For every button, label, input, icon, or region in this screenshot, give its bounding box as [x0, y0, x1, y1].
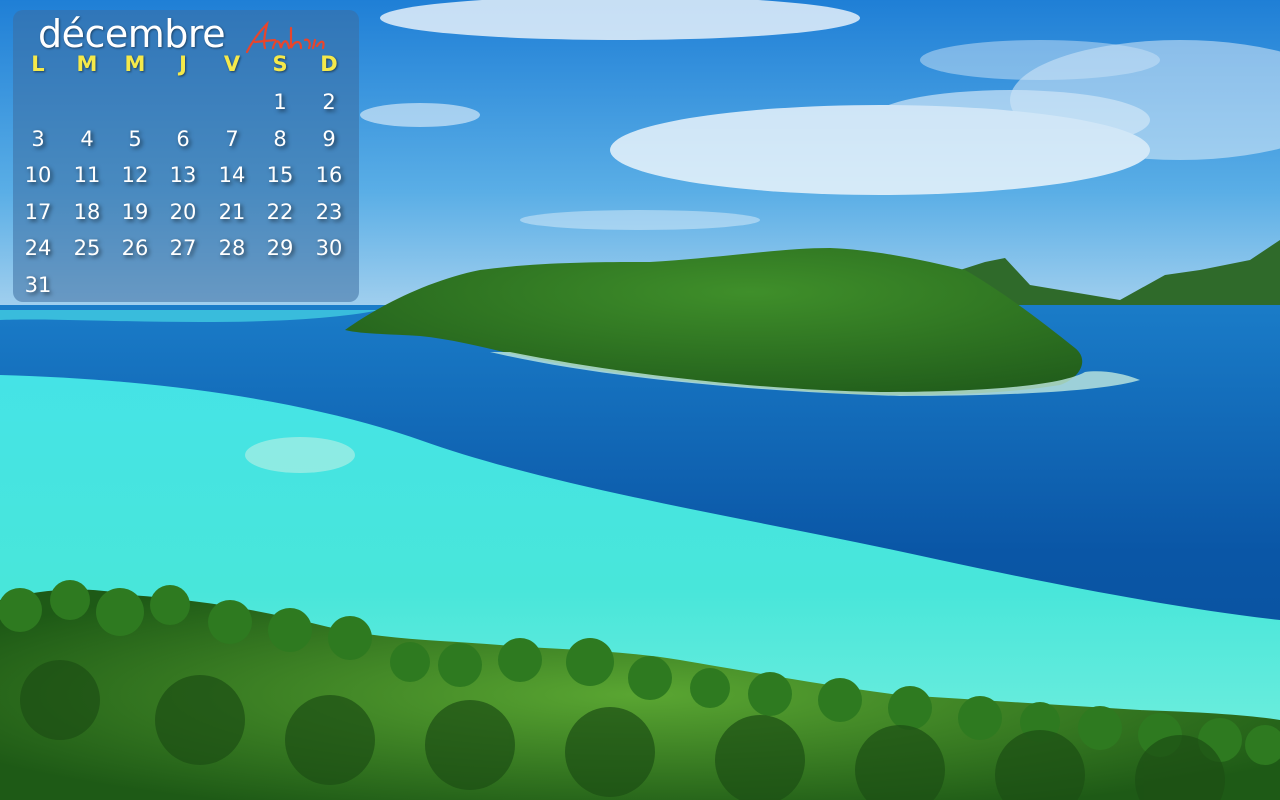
calendar-day: 26: [121, 236, 149, 260]
calendar-day: 8: [273, 126, 287, 151]
calendar-day: 13: [169, 163, 197, 187]
weekday-label: V: [223, 52, 241, 76]
calendar-day: 22: [266, 199, 294, 224]
calendar-day: 21: [218, 199, 246, 224]
calendar-day: 2: [322, 90, 336, 114]
calendar-day: 31: [24, 272, 52, 297]
calendar-day: 17: [24, 199, 52, 224]
calendar-day: 29: [266, 236, 294, 260]
calendar-day: 5: [128, 126, 142, 151]
calendar-day: 20: [169, 199, 197, 224]
calendar-day: 30: [315, 236, 343, 260]
calendar-day: 11: [73, 163, 101, 187]
calendar-day: 19: [121, 199, 149, 224]
calendar-day: 24: [24, 236, 52, 260]
calendar-day: 15: [266, 163, 294, 187]
calendar-day: 7: [225, 126, 239, 151]
month-title: décembre: [38, 12, 226, 56]
calendar-day: 1: [273, 90, 287, 114]
calendar-day: 14: [218, 163, 246, 187]
calendar-day: 4: [80, 126, 94, 151]
calendar-day: 12: [121, 163, 149, 187]
calendar-day: 10: [24, 163, 52, 187]
calendar-day: 27: [169, 236, 197, 260]
weekday-label: M: [76, 52, 98, 76]
calendar-day: 16: [315, 163, 343, 187]
calendar-day: 18: [73, 199, 101, 224]
calendar-day: 9: [322, 126, 336, 151]
weekday-label: S: [272, 52, 288, 76]
weekday-label: M: [124, 52, 146, 76]
calendar-day: 3: [31, 126, 45, 151]
weekday-label: L: [31, 52, 45, 76]
calendar-overlay: décembre L M M J V S D 1 2 3 4 5 6 7 8 9 10 11 12 13 14 15 16 1…: [13, 10, 359, 302]
calendar-day: 6: [176, 126, 190, 151]
weekday-label: D: [320, 52, 338, 76]
weekday-label: J: [179, 52, 187, 76]
calendar-day: 23: [315, 199, 343, 224]
calendar-day: 28: [218, 236, 246, 260]
calendar-day: 25: [73, 236, 101, 260]
